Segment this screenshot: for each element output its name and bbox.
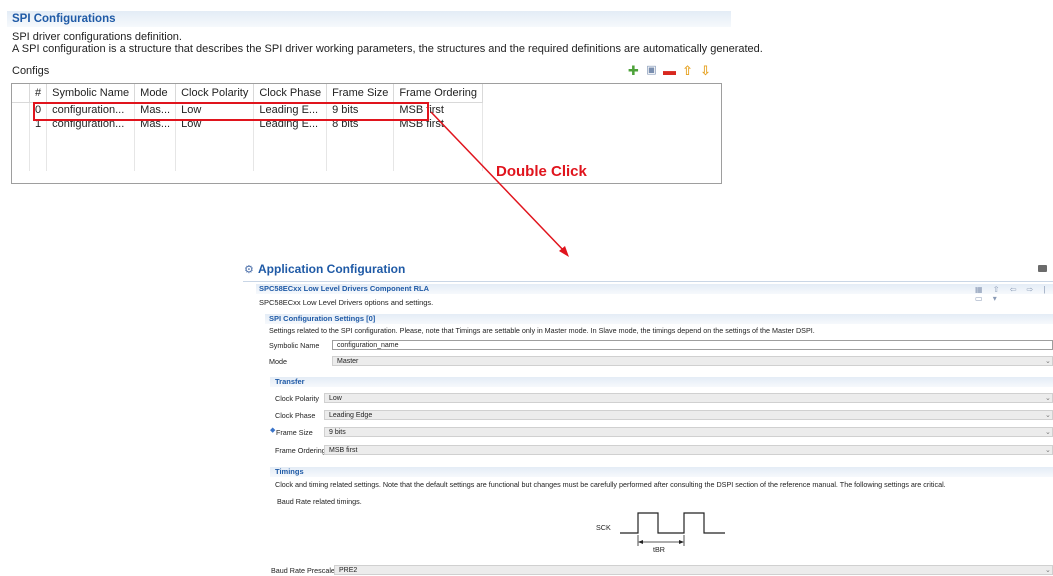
info-icon: ◆ (270, 427, 276, 434)
sck-label: SCK (596, 523, 611, 532)
clock-phase-label: Clock Phase (275, 411, 316, 420)
chevron-down-icon[interactable]: ⌄ (1045, 357, 1051, 365)
sck-waveform-diagram (620, 512, 725, 546)
mode-label: Mode (269, 357, 287, 366)
tbr-label: tBR (653, 545, 665, 554)
timings-header (270, 467, 1053, 477)
chevron-down-icon[interactable]: ⌄ (1045, 428, 1051, 436)
baud-rate-description: Baud Rate related timings. (277, 497, 362, 506)
app-config-title: Application Configuration (258, 262, 406, 276)
symbolic-name-input[interactable]: configuration_name (332, 340, 1053, 350)
mode-select[interactable]: Master (332, 356, 1053, 366)
chevron-down-icon[interactable]: ⌄ (1045, 446, 1051, 454)
component-toolbar[interactable]: ▦ ⇧ ⇦ ⇨ | ▭ ▾ (975, 285, 1053, 303)
frame-size-select[interactable]: 9 bits (324, 427, 1053, 437)
transfer-title: Transfer (275, 377, 305, 386)
frame-ordering-label: Frame Ordering (275, 446, 326, 455)
spi-settings-description: Settings related to the SPI configuratio… (269, 326, 815, 335)
clock-polarity-select[interactable]: Low (324, 393, 1053, 403)
component-description: SPC58ECxx Low Level Drivers options and … (259, 298, 434, 307)
chevron-down-icon[interactable]: ⌄ (1045, 566, 1051, 574)
clock-phase-select[interactable]: Leading Edge (324, 410, 1053, 420)
spi-settings-header (265, 314, 1053, 324)
timings-title: Timings (275, 467, 304, 476)
transfer-header (270, 377, 1053, 387)
timings-description: Clock and timing related settings. Note … (275, 480, 946, 489)
clock-polarity-label: Clock Polarity (275, 394, 319, 403)
spi-settings-title: SPI Configuration Settings [0] (269, 314, 376, 323)
symbolic-name-label: Symbolic Name (269, 341, 320, 350)
app-config-icon: ⚙ (244, 264, 254, 276)
frame-ordering-select[interactable]: MSB first (324, 445, 1053, 455)
chevron-down-icon[interactable]: ⌄ (1045, 411, 1051, 419)
chevron-down-icon[interactable]: ⌄ (1045, 394, 1051, 402)
toolbar-icon[interactable] (1038, 265, 1047, 272)
frame-size-label: Frame Size (276, 428, 313, 437)
component-title: SPC58ECxx Low Level Drivers Component RL… (259, 284, 430, 293)
